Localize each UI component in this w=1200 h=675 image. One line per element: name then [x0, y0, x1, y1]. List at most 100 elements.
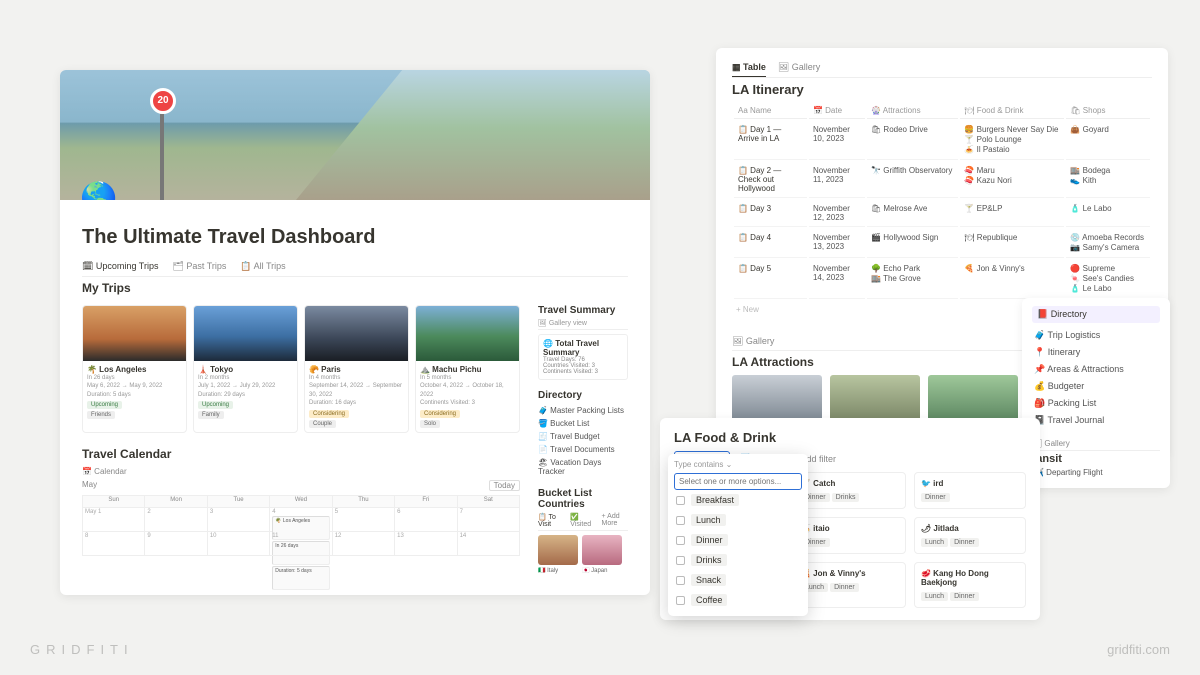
sidebar-subtab[interactable]: 🖼 Gallery [1032, 439, 1160, 451]
calendar-cell[interactable]: 7 [458, 508, 520, 532]
trip-card[interactable]: 🥐 Paris In 4 months September 14, 2022 →… [304, 305, 409, 433]
filter-search-input[interactable] [674, 473, 802, 490]
calendar-cell[interactable]: 11 [270, 532, 332, 556]
travel-summary: Travel Summary 🖼 Gallery view 🌐 Total Tr… [538, 305, 628, 380]
calendar-today[interactable]: Today [489, 480, 520, 491]
table-row[interactable]: 📋 Day 5November 14, 2023 🌳 Echo Park🏬 Th… [734, 260, 1150, 299]
summary-title: Travel Summary [538, 305, 628, 316]
trip-tabs[interactable]: 🗓 Upcoming Trips 🗂 Past Trips 📋 All Trip… [82, 261, 628, 277]
filter-option[interactable]: Dinner [674, 530, 802, 550]
food-card[interactable]: 🥩 Kang Ho Dong Baekjong LunchDinner [914, 562, 1026, 608]
bucket-tab-visited[interactable]: ✅ Visited [570, 513, 593, 528]
calendar-cell[interactable]: May 1 [83, 508, 145, 532]
calendar-dow: Tue [208, 496, 270, 508]
calendar-cell[interactable]: 2 [145, 508, 207, 532]
sidebar-subitem[interactable]: ✈️ Departing Flight [1032, 465, 1160, 480]
checkbox-icon[interactable] [676, 576, 685, 585]
summary-row: Continents Visited: 3 [543, 369, 623, 375]
column-header[interactable]: 📅 Date [809, 103, 865, 119]
sidebar-item[interactable]: 📓 Travel Journal [1032, 412, 1160, 429]
trip-card[interactable]: 🌴 Los Angeles In 26 days May 6, 2022 → M… [82, 305, 187, 433]
directory-item[interactable]: 📄 Travel Documents [538, 443, 628, 456]
calendar-cell[interactable]: 10 [208, 532, 270, 556]
calendar-view[interactable]: 📅 Calendar [82, 467, 520, 476]
tab-past[interactable]: 🗂 Past Trips [172, 261, 226, 272]
checkbox-icon[interactable] [676, 536, 685, 545]
filter-option[interactable]: Snack [674, 570, 802, 590]
sidebar-item[interactable]: 📌 Areas & Attractions [1032, 361, 1160, 378]
filter-option[interactable]: Breakfast [674, 490, 802, 510]
checkbox-icon[interactable] [676, 596, 685, 605]
page-title: The Ultimate Travel Dashboard [82, 226, 628, 249]
tab-gallery[interactable]: 🖼 Gallery [778, 62, 820, 73]
table-row[interactable]: 📋 Day 4November 13, 2023 🎬 Hollywood Sig… [734, 229, 1150, 258]
sidebar-item[interactable]: 🧳 Trip Logistics [1032, 327, 1160, 344]
calendar-cell[interactable]: 4🌴 Los AngelesIn 26 daysDuration: 5 days [270, 508, 332, 532]
calendar-cell[interactable]: 14 [458, 532, 520, 556]
directory-item[interactable]: 🏖 Vacation Days Tracker [538, 456, 628, 478]
tab-table[interactable]: ▦ Table [732, 62, 766, 77]
bucket-tab-add[interactable]: + Add More [602, 513, 629, 528]
bucket-label: 🇮🇹 Italy [538, 567, 578, 574]
tab-upcoming[interactable]: 🗓 Upcoming Trips [82, 261, 158, 272]
food-title: LA Food & Drink [674, 430, 1026, 445]
food-card[interactable]: 🍕 Jon & Vinny's LunchDinner [794, 562, 906, 608]
calendar-cell[interactable]: 12 [333, 532, 395, 556]
tab-all[interactable]: 📋 All Trips [240, 261, 285, 272]
table-row[interactable]: 📋 Day 3November 12, 2023 🛍 Melrose Ave🍸 … [734, 200, 1150, 227]
table-row[interactable]: 📋 Day 1 — Arrive in LANovember 10, 2023 … [734, 121, 1150, 160]
food-card[interactable]: 🍸 Catch DinnerDrinks [794, 472, 906, 509]
dashboard-panel: 20 🌎 The Ultimate Travel Dashboard 🗓 Upc… [60, 70, 650, 595]
bucket-block: Bucket List Countries 📋 To Visit ✅ Visit… [538, 488, 628, 574]
sidebar-item[interactable]: 🎒 Packing List [1032, 395, 1160, 412]
globe-icon: 🌎 [80, 181, 117, 200]
filter-label: Type contains ⌄ [674, 460, 802, 469]
column-header[interactable]: Aa Name [734, 103, 807, 119]
sidebar-header[interactable]: 📕 Directory [1032, 306, 1160, 323]
checkbox-icon[interactable] [676, 556, 685, 565]
calendar-dow: Sat [458, 496, 520, 508]
bucket-tab-visit[interactable]: 📋 To Visit [538, 513, 562, 528]
calendar-cell[interactable]: 5 [333, 508, 395, 532]
directory-item[interactable]: 🧳 Master Packing Lists [538, 404, 628, 417]
column-header[interactable]: 🎡 Attractions [867, 103, 958, 119]
filter-popup[interactable]: Type contains ⌄ BreakfastLunchDinnerDrin… [668, 454, 808, 616]
summary-view[interactable]: 🖼 Gallery view [538, 319, 628, 330]
directory-item[interactable]: 🪣 Bucket List [538, 417, 628, 430]
calendar-grid[interactable]: SunMonTueWedThuFriSatMay 1234🌴 Los Angel… [82, 495, 520, 556]
bucket-card[interactable] [582, 535, 622, 565]
globe-icon: 🌐 [543, 339, 553, 348]
checkbox-icon[interactable] [676, 496, 685, 505]
calendar-dow: Mon [145, 496, 207, 508]
column-header[interactable]: 🍽 Food & Drink [960, 103, 1064, 119]
directory-block: Directory 🧳 Master Packing Lists🪣 Bucket… [538, 390, 628, 478]
trips-heading: My Trips [82, 281, 628, 295]
calendar-dow: Sun [83, 496, 145, 508]
checkbox-icon[interactable] [676, 516, 685, 525]
trip-card[interactable]: 🗼 Tokyo In 2 months July 1, 2022 → July … [193, 305, 298, 433]
table-row[interactable]: 📋 Day 2 — Check out HollywoodNovember 11… [734, 162, 1150, 198]
filter-option[interactable]: Coffee [674, 590, 802, 610]
calendar-cell[interactable]: 9 [145, 532, 207, 556]
sidebar-item[interactable]: 📍 Itinerary [1032, 344, 1160, 361]
food-card[interactable]: 🍝 itaio Dinner [794, 517, 906, 554]
cover-image: 20 🌎 [60, 70, 650, 200]
directory-title: Directory [538, 390, 628, 401]
calendar-cell[interactable]: 8 [83, 532, 145, 556]
calendar-dow: Fri [395, 496, 457, 508]
food-card[interactable]: 🌶 Jitlada LunchDinner [914, 517, 1026, 554]
calendar-cell[interactable]: 13 [395, 532, 457, 556]
food-card[interactable]: 🐦 ird Dinner [914, 472, 1026, 509]
sidebar-item[interactable]: 💰 Budgeter [1032, 378, 1160, 395]
calendar-cell[interactable]: 3 [208, 508, 270, 532]
filter-option[interactable]: Lunch [674, 510, 802, 530]
column-header[interactable]: 🛍 Shops [1066, 103, 1150, 119]
watermark-left: GRIDFITI [30, 642, 134, 657]
bucket-card[interactable] [538, 535, 578, 565]
filter-option[interactable]: Drinks [674, 550, 802, 570]
itinerary-table[interactable]: Aa Name📅 Date🎡 Attractions🍽 Food & Drink… [732, 101, 1152, 301]
directory-item[interactable]: 🧾 Travel Budget [538, 430, 628, 443]
calendar-dow: Thu [333, 496, 395, 508]
calendar-cell[interactable]: 6 [395, 508, 457, 532]
trip-card[interactable]: ⛰️ Machu Pichu In 5 months October 4, 20… [415, 305, 520, 433]
